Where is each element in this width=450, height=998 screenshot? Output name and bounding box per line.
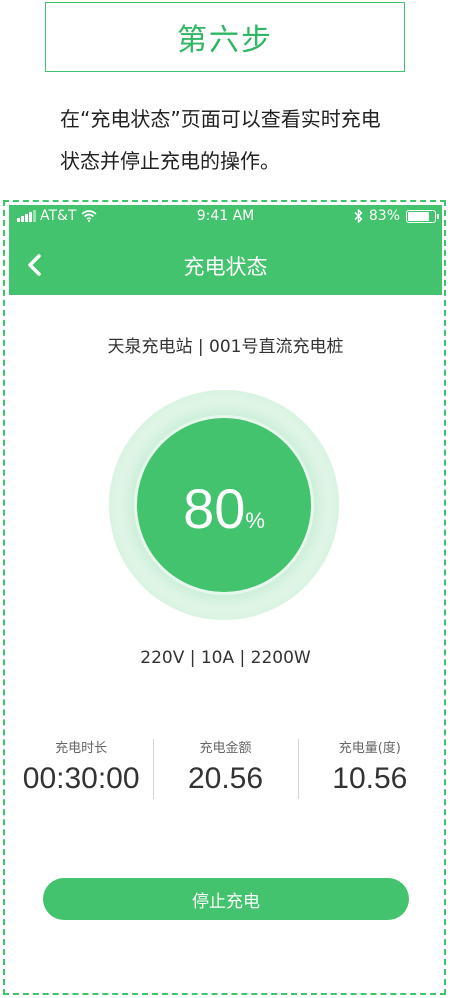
charge-percent-unit: % — [245, 508, 265, 533]
instruction-text: 在“充电状态”页面可以查看实时充电状态并停止充电的操作。 — [60, 107, 381, 173]
bluetooth-icon — [354, 209, 363, 223]
stat-amount: 充电金额 20.56 — [153, 737, 297, 801]
step-title: 第六步 — [177, 23, 273, 58]
stat-label: 充电金额 — [199, 741, 252, 756]
status-bar: AT&T 9:41 AM 83% — [9, 205, 442, 229]
app-header: AT&T 9:41 AM 83% 充电状态 — [9, 205, 442, 295]
charge-circle: 80% — [134, 415, 314, 595]
battery-icon — [406, 209, 439, 223]
charge-gauge: 80% — [109, 390, 339, 620]
stat-label: 充电时长 — [55, 741, 108, 756]
stat-value: 20.56 — [187, 762, 264, 795]
charging-specs: 220V | 10A | 2200W — [140, 648, 311, 668]
page-title: 充电状态 — [183, 255, 268, 279]
stat-value: 00:30:00 — [22, 762, 140, 795]
charging-stats: 充电时长 00:30:00 充电金额 20.56 充电量(度) 10.56 — [9, 737, 442, 801]
stat-label: 充电量(度) — [338, 741, 401, 756]
stop-charging-button[interactable]: 停止充电 — [43, 878, 409, 920]
phone-screen: AT&T 9:41 AM 83% 充电状态 天泉充电站 | 001号直流充电桩 … — [9, 205, 442, 990]
nav-bar: 充电状态 — [9, 239, 442, 291]
stat-energy: 充电量(度) 10.56 — [297, 737, 442, 801]
stat-value: 10.56 — [332, 762, 408, 795]
battery-percent: 83% — [368, 208, 400, 224]
charge-percent-value: 80 — [183, 477, 246, 540]
station-label: 天泉充电站 | 001号直流充电桩 — [107, 337, 344, 357]
stat-duration: 充电时长 00:30:00 — [9, 737, 153, 801]
step-title-box: 第六步 — [45, 2, 405, 72]
